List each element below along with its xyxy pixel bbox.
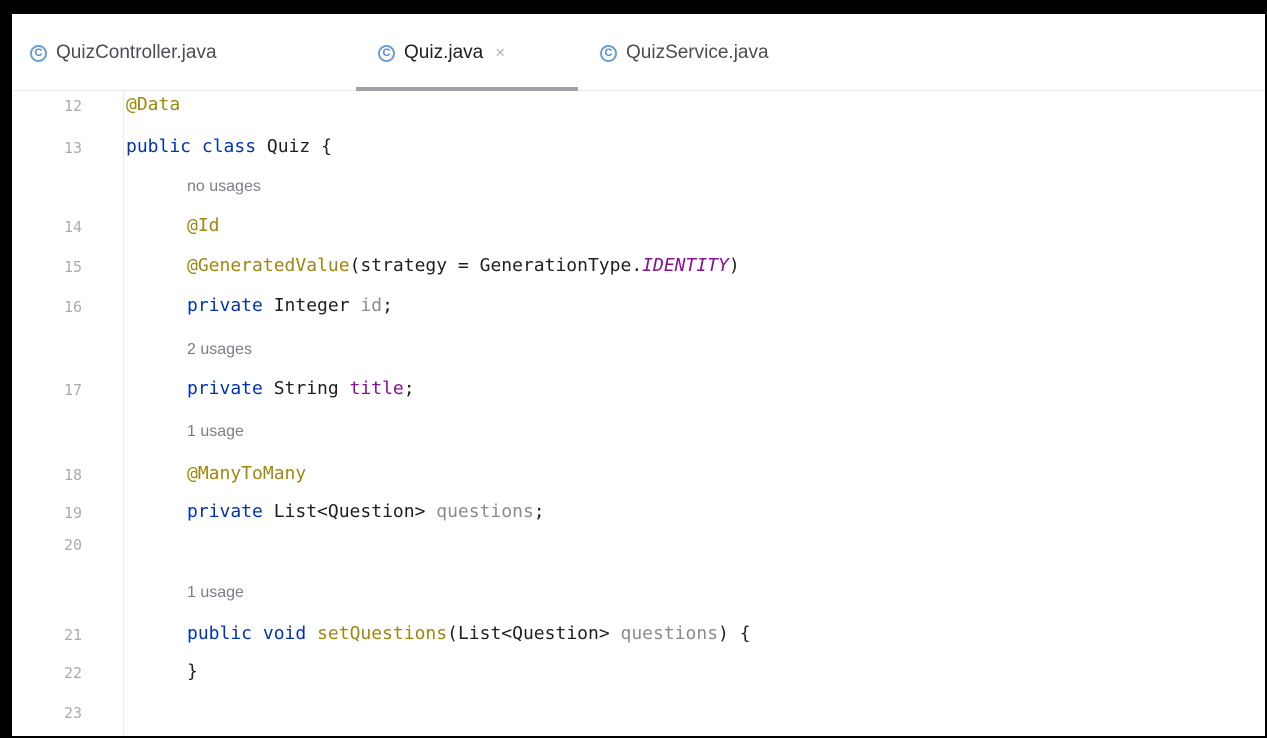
- code-token: setQuestions: [317, 623, 448, 644]
- line-number: 20: [63, 536, 82, 554]
- tab-quizcontroller[interactable]: C QuizController.java: [30, 38, 217, 68]
- usage-hint[interactable]: 2 usages: [187, 341, 252, 359]
- code-token: ;: [403, 378, 415, 399]
- class-icon: C: [600, 44, 617, 62]
- line-number: 22: [63, 664, 82, 682]
- usage-hint-row: 1 usage: [12, 578, 1265, 608]
- code-text: @Data: [126, 94, 180, 115]
- code-line[interactable]: 16 private Integer id;: [12, 292, 1265, 322]
- code-token: }: [187, 661, 198, 682]
- code-token: IDENTITY: [642, 255, 729, 276]
- code-token: List<Question>: [262, 501, 437, 522]
- code-token: title: [349, 378, 404, 399]
- code-text: public void setQuestions(List<Question> …: [187, 623, 751, 644]
- code-line[interactable]: 14 @Id: [12, 212, 1265, 242]
- code-token: (strategy = GenerationType.: [349, 255, 643, 276]
- code-token: questions: [436, 501, 534, 522]
- code-line[interactable]: 12 @Data: [12, 91, 1265, 121]
- line-number: 15: [63, 258, 82, 276]
- class-icon: C: [378, 44, 395, 62]
- editor-window: C QuizController.java C Quiz.java × C Qu…: [12, 14, 1265, 736]
- code-token: id: [360, 295, 383, 316]
- class-icon: C: [30, 44, 47, 62]
- code-text: }: [187, 661, 198, 682]
- tab-label: QuizController.java: [56, 42, 217, 63]
- code-token: ): [728, 255, 740, 276]
- line-number: 19: [63, 504, 82, 522]
- line-number: 14: [63, 218, 82, 236]
- code-text: public class Quiz {: [126, 136, 332, 157]
- line-number: 23: [63, 704, 82, 722]
- code-line[interactable]: 22}: [12, 658, 1265, 688]
- tab-label: Quiz.java: [404, 42, 484, 63]
- tab-quiz[interactable]: C Quiz.java ×: [378, 38, 505, 68]
- code-text: private String title;: [187, 378, 415, 399]
- code-token: (List<Question>: [447, 623, 621, 644]
- usage-hint-row: no usages: [12, 172, 1265, 202]
- line-number: 16: [63, 298, 82, 316]
- code-token: @Id: [187, 215, 220, 236]
- line-number: 17: [63, 381, 82, 399]
- usage-hint[interactable]: no usages: [187, 178, 261, 196]
- code-token: public void: [187, 623, 307, 644]
- code-line[interactable]: 15 @GeneratedValue(strategy = GenerationT…: [12, 252, 1265, 282]
- code-line[interactable]: 21 public void setQuestions(List<Question…: [12, 620, 1265, 650]
- code-text: @Id: [187, 215, 220, 236]
- code-text: private Integer id;: [187, 295, 393, 316]
- line-number: 13: [63, 139, 82, 157]
- code-token: questions: [620, 623, 719, 644]
- code-line[interactable]: 20: [12, 530, 1265, 560]
- tab-label: QuizService.java: [626, 42, 769, 63]
- code-token: public class: [126, 136, 257, 157]
- code-token: String: [262, 378, 350, 399]
- code-text: private List<Question> questions;: [187, 501, 545, 522]
- code-line[interactable]: 19 private List<Question> questions;: [12, 498, 1265, 528]
- code-token: private: [187, 295, 263, 316]
- code-token: ;: [533, 501, 545, 522]
- code-token: ) {: [718, 623, 751, 644]
- code-line[interactable]: 23: [12, 698, 1265, 728]
- code-token: @ManyToMany: [187, 463, 307, 484]
- close-tab-icon[interactable]: ×: [495, 43, 505, 63]
- code-token: @GeneratedValue: [187, 255, 350, 276]
- code-text: @ManyToMany: [187, 463, 306, 484]
- code-token: Quiz {: [256, 136, 332, 157]
- usage-hint[interactable]: 1 usage: [187, 584, 244, 602]
- code-token: Integer: [262, 295, 361, 316]
- editor-tab-bar: C QuizController.java C Quiz.java × C Qu…: [12, 14, 1265, 91]
- code-token: @Data: [126, 94, 181, 115]
- code-token: ;: [382, 295, 393, 316]
- code-line[interactable]: 17 private String title;: [12, 375, 1265, 405]
- line-number: 12: [63, 97, 82, 115]
- code-token: private: [187, 378, 263, 399]
- code-line[interactable]: 18 @ManyToMany: [12, 460, 1265, 490]
- usage-hint-row: 1 usage: [12, 417, 1265, 447]
- line-number: 21: [63, 626, 82, 644]
- code-line[interactable]: 13 public class Quiz {: [12, 133, 1265, 163]
- usage-hint-row: 2 usages: [12, 335, 1265, 365]
- tab-quizservice[interactable]: C QuizService.java: [600, 38, 769, 68]
- usage-hint[interactable]: 1 usage: [187, 423, 244, 441]
- line-number: 18: [63, 466, 82, 484]
- code-text: @GeneratedValue(strategy = GenerationTyp…: [187, 255, 740, 276]
- code-token: private: [187, 501, 263, 522]
